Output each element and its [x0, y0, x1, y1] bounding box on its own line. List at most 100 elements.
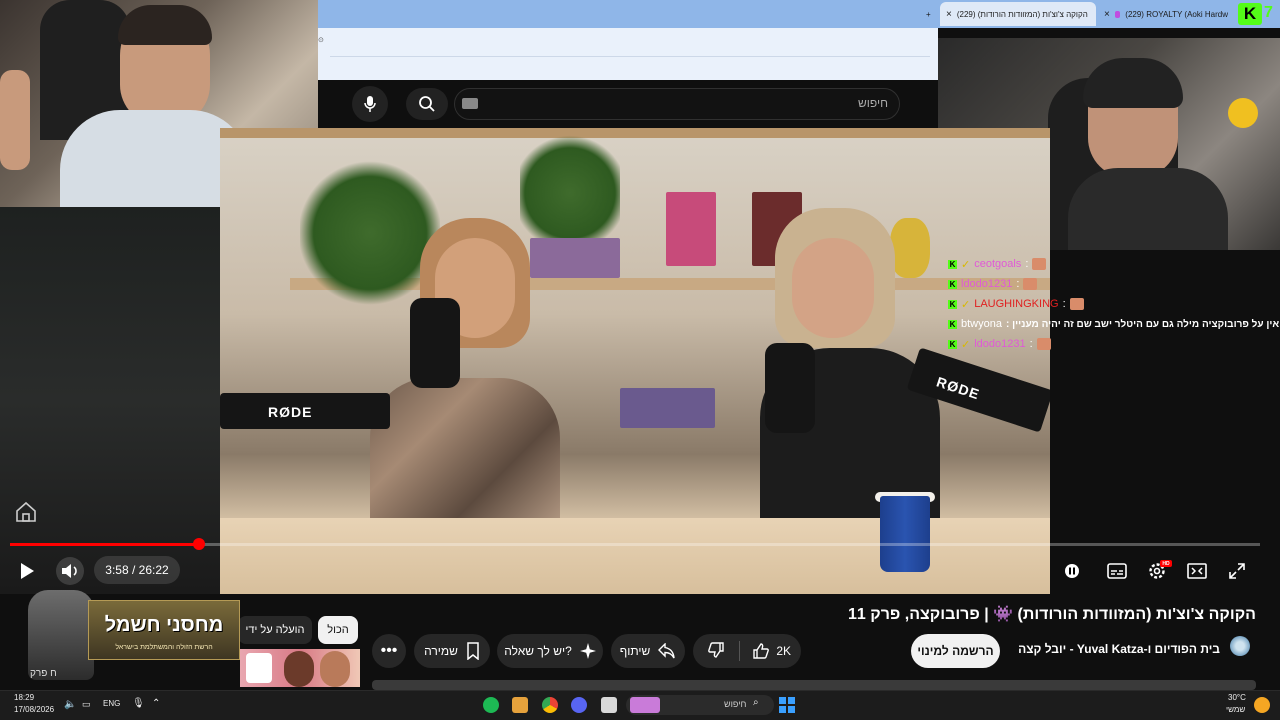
search-placeholder: חיפוש: [858, 96, 888, 110]
left-panel-text: ח פרק: [30, 668, 57, 679]
edit-badge-icon: ✓: [961, 338, 971, 351]
plant: [300, 158, 440, 308]
ask-button[interactable]: יש לך שאלה?: [497, 634, 603, 668]
weather-sun-icon[interactable]: [1254, 697, 1270, 713]
chevron-up-icon[interactable]: ⌃: [152, 698, 160, 709]
close-tab-icon[interactable]: ×: [946, 9, 952, 20]
volume-button[interactable]: [56, 557, 84, 585]
ask-label: יש לך שאלה?: [504, 644, 572, 658]
autoplay-icon: [1065, 564, 1079, 578]
like-count: 2K: [776, 644, 791, 658]
mic-icon: [364, 96, 376, 112]
address-bar[interactable]: [318, 28, 938, 80]
chat-text: :: [1062, 298, 1066, 310]
plus-icon: +: [926, 9, 931, 19]
thumbnail-person: [320, 651, 350, 687]
site-info-icon[interactable]: ⊙: [318, 36, 324, 44]
video-letterbox: [0, 207, 220, 594]
fullscreen-button[interactable]: [1225, 560, 1249, 582]
close-tab-icon[interactable]: ×: [1104, 9, 1110, 20]
save-button[interactable]: שמירה: [414, 634, 490, 668]
book: [666, 192, 716, 266]
thumbnail-person: [284, 651, 314, 687]
sponsor-mascot: [28, 590, 94, 680]
tab-royalty[interactable]: × (229) ROYALTY (Aoki Hardw: [1098, 2, 1234, 26]
kick-badge-icon: K: [948, 319, 957, 329]
book-stack: [530, 238, 620, 278]
recommended-video-thumbnail[interactable]: [240, 649, 360, 687]
taskbar-time: 18:29: [14, 693, 35, 702]
sparkle-icon: [579, 643, 596, 659]
more-actions-button[interactable]: •••: [372, 634, 406, 668]
volume-tray-icon[interactable]: 🔈: [64, 699, 76, 710]
discord-icon[interactable]: [571, 697, 587, 713]
share-icon: [658, 643, 675, 659]
play-button[interactable]: [14, 559, 40, 583]
chip-uploaded-by[interactable]: הועלה על ידי: [238, 616, 312, 644]
channel-avatar[interactable]: [1230, 636, 1250, 656]
mic-tray-icon[interactable]: 🎙: [132, 698, 145, 709]
chat-message: K btwyona : אין על פרובוקציה מילה גם עם …: [948, 316, 1279, 332]
thumbnail-logo: [246, 653, 272, 683]
new-tab-button[interactable]: +: [920, 2, 937, 26]
spotify-icon[interactable]: [483, 697, 499, 713]
chat-overlay: K ✓ ceotgoals : K ldodo1231 : K ✓ LAUGHI…: [948, 256, 1280, 356]
kick-badge-icon: K: [948, 339, 957, 349]
coffee-cup: [880, 496, 930, 572]
dislike-button[interactable]: [707, 641, 725, 662]
progress-fill: [10, 543, 199, 546]
microphone: [410, 298, 460, 388]
streamer-hair: [118, 5, 212, 45]
shelf-top: [220, 128, 1050, 138]
display-tray-icon[interactable]: ▭: [82, 699, 91, 710]
search-button[interactable]: [406, 88, 448, 120]
chrome-icon[interactable]: [542, 697, 558, 713]
emote-icon: [1032, 258, 1047, 270]
streamer-shirt: [1068, 168, 1228, 250]
share-button[interactable]: שיתוף: [611, 634, 685, 668]
share-label: שיתוף: [619, 644, 651, 658]
subtitles-button[interactable]: [1105, 560, 1129, 582]
book-stack: [620, 388, 715, 428]
chat-user: ceotgoals: [974, 258, 1022, 270]
volume-icon: [62, 564, 77, 578]
app-icon[interactable]: [512, 697, 528, 713]
sponsor-subtitle: הרשת הזולה והמשתלמת בישראל: [115, 644, 213, 651]
channel-name[interactable]: בית הפודיום ו-Yuval Katza - יובל קצה: [990, 642, 1220, 656]
divider: [330, 56, 930, 57]
tab-active[interactable]: × הקוקה צ'וצ'ות (המזוודות הורודות) (229): [940, 2, 1096, 26]
pause-autoplay-toggle[interactable]: [1060, 560, 1084, 582]
chat-user: btwyona: [961, 318, 1002, 330]
fullscreen-icon: [1229, 563, 1245, 579]
voice-search-button[interactable]: [352, 86, 388, 122]
chat-text: :: [1016, 278, 1020, 290]
description-box[interactable]: [372, 680, 1256, 690]
edit-badge-icon: ✓: [961, 298, 971, 311]
time-display: 3:58 / 26:22: [94, 556, 180, 584]
subscribe-button[interactable]: הרשמה למינוי: [911, 634, 1000, 668]
file-explorer-icon[interactable]: [601, 697, 617, 713]
theater-icon: [1187, 563, 1207, 579]
edit-badge-icon: ✓: [961, 258, 971, 271]
bookmark-icon: [467, 642, 479, 660]
headphones: [1083, 58, 1183, 108]
chip-all[interactable]: הכול: [318, 616, 358, 644]
chat-message: K ldodo1231 :: [948, 276, 1038, 292]
home-icon[interactable]: [14, 500, 38, 524]
kick-badge-icon: K: [948, 279, 957, 289]
language-indicator[interactable]: ENG: [103, 699, 120, 708]
progress-scrubber[interactable]: [193, 538, 205, 550]
chat-user: LAUGHINGKING: [974, 298, 1059, 310]
windows-start-icon[interactable]: [779, 697, 795, 713]
theater-mode-button[interactable]: [1185, 560, 1209, 582]
keyboard-icon[interactable]: [462, 98, 478, 109]
save-label: שמירה: [424, 644, 458, 658]
tab-label: (229) ROYALTY (Aoki Hardw: [1125, 9, 1228, 19]
like-button[interactable]: 2K: [752, 642, 791, 660]
video-player[interactable]: RØDE RØDE: [220, 128, 1050, 594]
kick-badge-icon: K: [948, 299, 957, 309]
taskbar-search-placeholder: חיפוש: [724, 699, 747, 709]
chat-user: ldodo1231: [974, 338, 1026, 350]
emote-icon: [1023, 278, 1038, 290]
subtitles-icon: [1107, 563, 1127, 579]
